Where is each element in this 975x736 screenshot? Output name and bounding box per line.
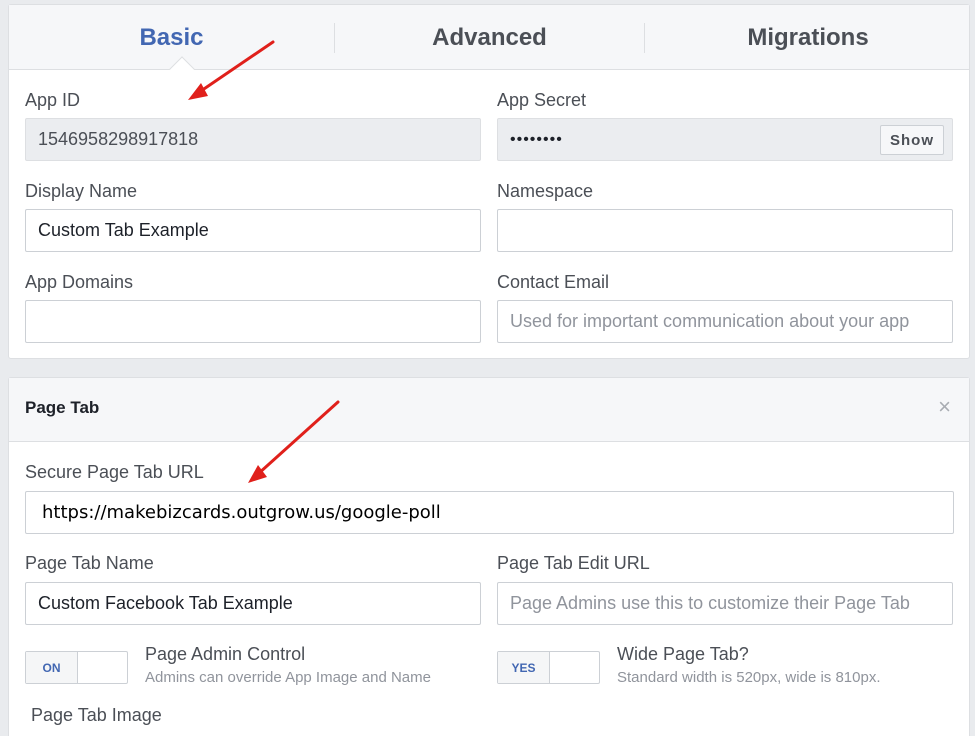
contact-email-placeholder: Used for important communication about y…: [510, 311, 910, 331]
page-tab-edit-url-field[interactable]: Page Admins use this to customize their …: [497, 582, 953, 625]
display-name-label: Display Name: [25, 181, 138, 201]
tab-advanced[interactable]: Advanced: [335, 5, 644, 70]
secure-page-tab-url-label: Secure Page Tab URL: [25, 462, 204, 482]
wide-page-tab-description: Standard width is 520px, wide is 810px.: [617, 669, 881, 686]
wide-page-tab-toggle[interactable]: YES: [497, 651, 600, 684]
app-secret-label: App Secret: [497, 90, 587, 110]
wide-page-tab-title: Wide Page Tab?: [617, 644, 749, 664]
page-admin-control-description: Admins can override App Image and Name: [145, 669, 431, 686]
app-secret-field[interactable]: •••••••• Show: [497, 118, 953, 161]
toggle-state: ON: [26, 652, 78, 683]
app-id-label: App ID: [25, 90, 81, 110]
app-id-field[interactable]: 1546958298917818: [25, 118, 481, 161]
page-tab-title: Page Tab: [25, 398, 100, 417]
toggle-state: YES: [498, 652, 550, 683]
page-tab-image-label: Page Tab Image: [31, 705, 162, 725]
tab-basic[interactable]: Basic: [9, 5, 334, 70]
page-tab-edit-url-placeholder: Page Admins use this to customize their …: [510, 593, 910, 613]
display-name-field[interactable]: Custom Tab Example: [25, 209, 481, 252]
page-tab-name-field[interactable]: Custom Facebook Tab Example: [25, 582, 481, 625]
contact-email-label: Contact Email: [497, 272, 610, 292]
close-icon[interactable]: ×: [938, 396, 951, 418]
page-tab-name-label: Page Tab Name: [25, 553, 154, 573]
page-tab-edit-url-label: Page Tab Edit URL: [497, 553, 650, 573]
app-secret-value: ••••••••: [510, 130, 563, 148]
namespace-label: Namespace: [497, 181, 594, 201]
tab-migrations[interactable]: Migrations: [645, 5, 971, 70]
contact-email-field[interactable]: Used for important communication about y…: [497, 300, 953, 343]
app-domains-field[interactable]: [25, 300, 481, 343]
basic-settings-panel: Basic Advanced Migrations App ID 1546958…: [8, 4, 970, 359]
page-admin-control-toggle[interactable]: ON: [25, 651, 128, 684]
page-admin-control-title: Page Admin Control: [145, 644, 306, 664]
page-tab-panel: Page Tab × Secure Page Tab URL https://m…: [8, 377, 970, 736]
show-secret-button[interactable]: Show: [880, 125, 944, 155]
secure-page-tab-url-field[interactable]: https://makebizcards.outgrow.us/google-p…: [25, 491, 954, 534]
settings-tabs: Basic Advanced Migrations: [9, 5, 969, 70]
app-domains-label: App Domains: [25, 272, 134, 292]
namespace-field[interactable]: [497, 209, 953, 252]
page-tab-header: Page Tab ×: [9, 378, 969, 442]
